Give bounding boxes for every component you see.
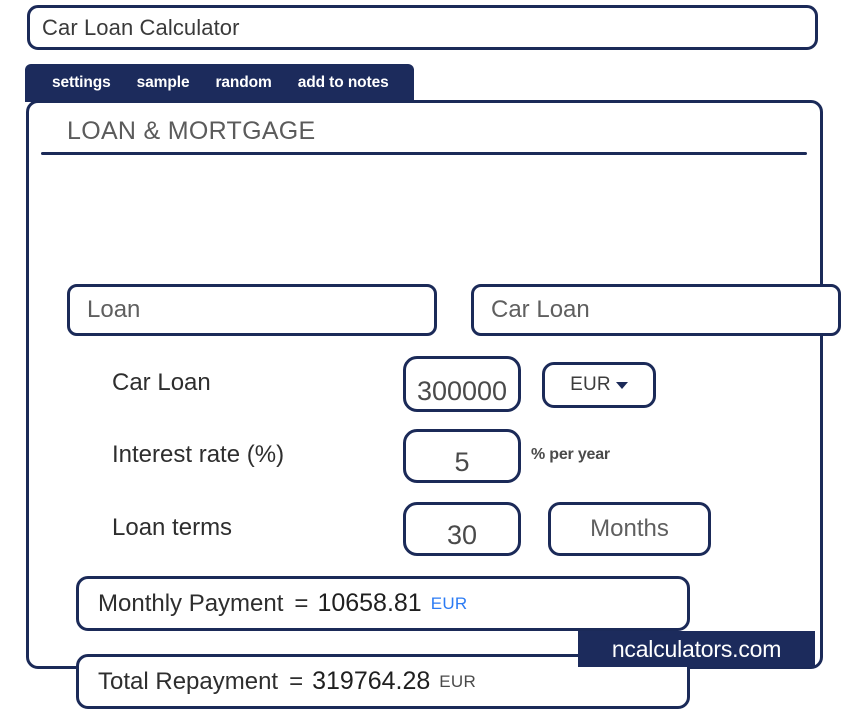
terms-unit-select[interactable]: Months xyxy=(548,502,711,556)
section-heading-text: LOAN & MORTGAGE xyxy=(67,117,316,145)
terms-field-label: Loan terms xyxy=(112,514,233,541)
amount-input[interactable]: 300000 xyxy=(403,356,521,412)
monthly-payment-label: Monthly Payment xyxy=(98,589,284,617)
category-select[interactable]: Loan xyxy=(67,284,437,336)
section-heading-divider xyxy=(41,152,807,155)
tab-random[interactable]: random xyxy=(202,74,284,92)
monthly-payment-result: Monthly Payment = 10658.81 EUR xyxy=(76,576,690,631)
tab-bar: settings sample random add to notes xyxy=(25,64,414,102)
total-repayment-label: Total Repayment xyxy=(98,667,279,695)
currency-select-value: EUR xyxy=(570,374,611,395)
interest-field-label: Interest rate (%) xyxy=(112,441,285,468)
terms-unit-select-value: Months xyxy=(590,515,669,542)
calculator-name-select-label: Car Loan xyxy=(491,296,590,323)
calculator-title-text: Car Loan Calculator xyxy=(42,14,240,40)
tab-sample[interactable]: sample xyxy=(124,74,203,92)
amount-field-label: Car Loan xyxy=(112,369,211,396)
site-watermark-text: ncalculators.com xyxy=(611,635,782,662)
interest-unit-label: % per year xyxy=(531,446,610,463)
total-repayment-currency: EUR xyxy=(439,671,477,691)
terms-input-value: 30 xyxy=(446,520,478,550)
monthly-payment-currency: EUR xyxy=(430,593,468,613)
tab-add-to-notes[interactable]: add to notes xyxy=(285,74,402,92)
category-select-label: Loan xyxy=(87,296,141,323)
calculator-panel: LOAN & MORTGAGE Loan Car Loan Car Loan 3… xyxy=(26,100,841,709)
section-heading-group: LOAN & MORTGAGE xyxy=(41,117,807,155)
currency-select[interactable]: EUR xyxy=(542,362,656,408)
total-repayment-equals: = xyxy=(289,667,304,695)
site-watermark: ncalculators.com xyxy=(578,631,815,667)
monthly-payment-equals: = xyxy=(294,589,309,617)
terms-input[interactable]: 30 xyxy=(403,502,521,556)
calculator-name-select[interactable]: Car Loan xyxy=(471,284,841,336)
interest-input[interactable]: 5 xyxy=(403,429,521,483)
amount-input-value: 300000 xyxy=(416,376,508,406)
monthly-payment-value: 10658.81 xyxy=(317,589,422,617)
chevron-down-icon xyxy=(615,381,628,389)
total-repayment-value: 319764.28 xyxy=(312,667,431,695)
tab-settings[interactable]: settings xyxy=(39,74,124,92)
calculator-title-input[interactable]: Car Loan Calculator xyxy=(27,5,818,50)
interest-input-value: 5 xyxy=(454,447,470,477)
